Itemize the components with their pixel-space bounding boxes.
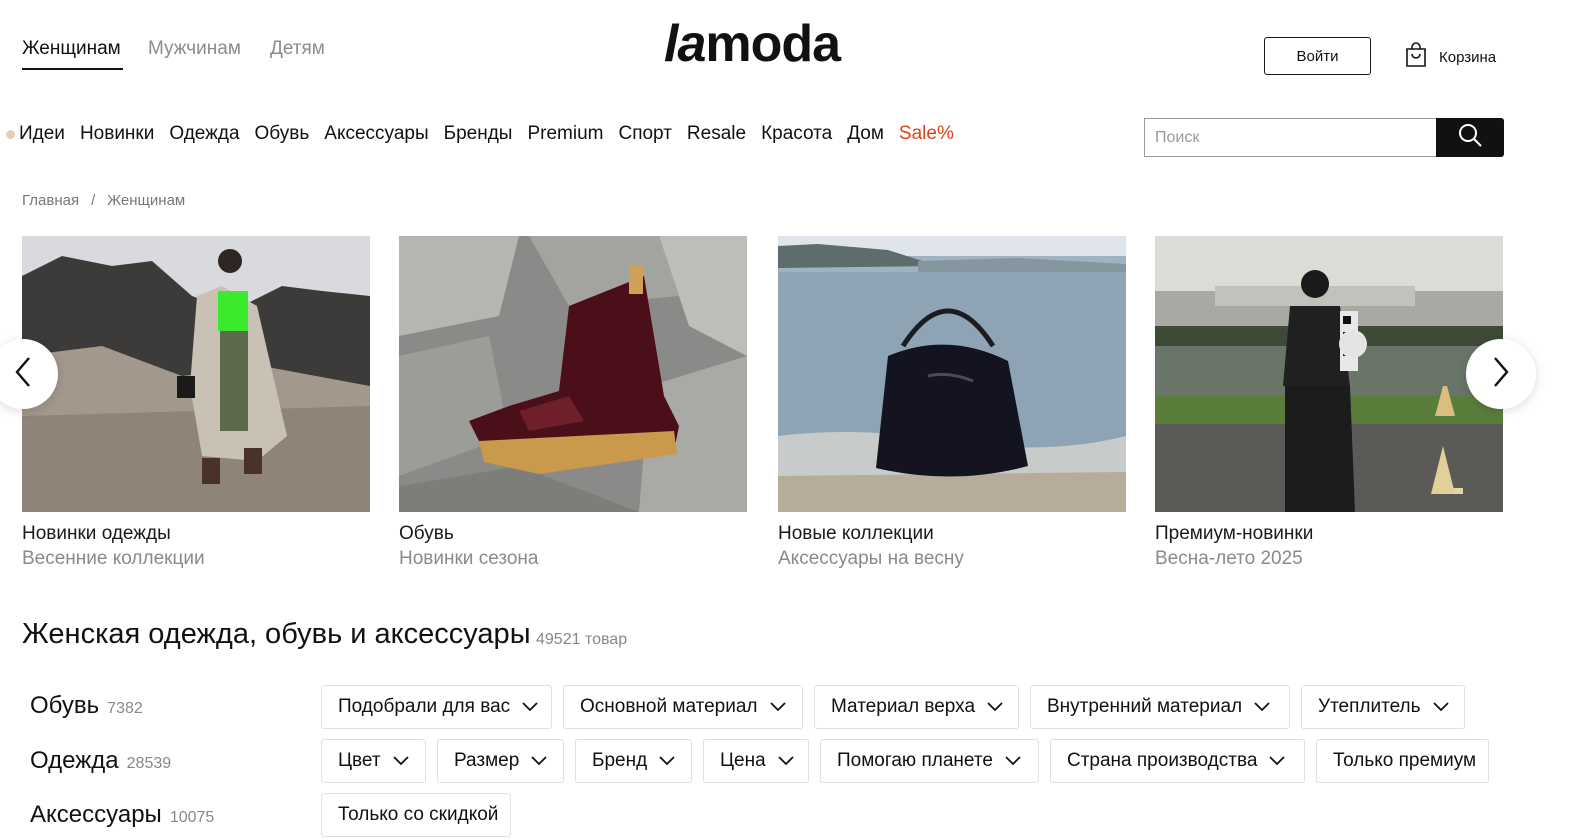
nav-item-sport[interactable]: Спорт <box>618 123 671 145</box>
nav-item-accessories[interactable]: Аксессуары <box>324 123 428 145</box>
category-label: Обувь <box>30 692 100 719</box>
filter-label: Страна производства <box>1067 750 1258 771</box>
filter-size[interactable]: Размер <box>437 739 564 783</box>
filter-label: Материал верха <box>831 696 976 717</box>
logo[interactable]: lamoda <box>664 14 841 74</box>
promo-image-shoes[interactable] <box>399 236 747 512</box>
filter-insulation[interactable]: Утеплитель <box>1301 685 1465 729</box>
shopping-bag-icon <box>1405 42 1427 72</box>
filter-label: Цена <box>720 750 766 771</box>
carousel-next-button[interactable] <box>1466 339 1536 409</box>
nav-item-new[interactable]: Новинки <box>80 123 154 145</box>
promo-title[interactable]: Новые коллекции <box>778 523 934 545</box>
chevron-down-icon <box>531 750 547 772</box>
promo-subtitle: Весенние коллекции <box>22 548 205 569</box>
filter-label: Утеплитель <box>1318 696 1421 717</box>
chevron-down-icon <box>987 696 1003 718</box>
chevron-right-icon <box>1491 356 1511 393</box>
chevron-down-icon <box>1005 750 1021 772</box>
filter-brand[interactable]: Бренд <box>575 739 692 783</box>
filter-inner-material[interactable]: Внутренний материал <box>1030 685 1290 729</box>
login-button[interactable]: Войти <box>1264 37 1371 75</box>
active-tab-underline <box>22 68 123 70</box>
filter-label: Основной материал <box>580 696 758 717</box>
nav-item-premium[interactable]: Premium <box>527 123 603 145</box>
promo-subtitle: Весна-лето 2025 <box>1155 548 1303 569</box>
catalog-count: 49521 товар <box>536 631 628 648</box>
chevron-down-icon <box>1432 696 1449 718</box>
chevron-down-icon <box>1269 750 1286 772</box>
chevron-down-icon <box>1254 696 1270 718</box>
chevron-down-icon <box>778 750 794 772</box>
filter-premium-only[interactable]: Только премиум <box>1316 739 1489 783</box>
filter-label: Подобрали для вас <box>338 696 511 717</box>
breadcrumb: Главная / Женщинам <box>22 192 185 209</box>
filter-label: Только премиум <box>1333 750 1477 771</box>
nav-item-home[interactable]: Дом <box>847 123 884 145</box>
promo-subtitle: Аксессуары на весну <box>778 548 964 569</box>
nav-item-ideas[interactable]: Идеи <box>19 123 65 145</box>
search-button[interactable] <box>1436 118 1504 157</box>
nav-item-resale[interactable]: Resale <box>687 123 746 145</box>
nav-item-brands[interactable]: Бренды <box>444 123 513 145</box>
filter-main-material[interactable]: Основной материал <box>563 685 803 729</box>
search-input[interactable]: Поиск <box>1144 118 1436 157</box>
breadcrumb-women[interactable]: Женщинам <box>107 192 185 209</box>
ideas-dot-icon <box>6 129 15 139</box>
category-count: 28539 <box>126 755 172 772</box>
filter-discount-only[interactable]: Только со скидкой <box>321 793 511 837</box>
promo-image-accessories[interactable] <box>778 236 1126 512</box>
filter-color[interactable]: Цвет <box>321 739 426 783</box>
promo-image-premium[interactable] <box>1155 236 1503 512</box>
nav-item-sale[interactable]: Sale% <box>899 123 954 145</box>
filter-picked-for-you[interactable]: Подобрали для вас <box>321 685 552 729</box>
search-icon <box>1457 122 1483 153</box>
chevron-down-icon <box>769 696 786 718</box>
catalog-title: Женская одежда, обувь и аксессуары <box>22 618 531 650</box>
promo-title[interactable]: Обувь <box>399 523 454 545</box>
nav-item-beauty[interactable]: Красота <box>761 123 832 145</box>
filter-label: Только со скидкой <box>338 804 499 825</box>
promo-subtitle: Новинки сезона <box>399 548 539 569</box>
breadcrumb-separator: / <box>91 192 96 209</box>
cart-label: Корзина <box>1439 48 1497 66</box>
chevron-down-icon <box>659 750 675 772</box>
filter-price[interactable]: Цена <box>703 739 809 783</box>
category-shoes[interactable]: Обувь 7382 <box>30 692 143 720</box>
main-nav: Идеи Новинки Одежда Обувь Аксессуары Бре… <box>6 123 954 145</box>
filter-upper-material[interactable]: Материал верха <box>814 685 1019 729</box>
category-label: Аксессуары <box>30 801 162 828</box>
category-count: 7382 <box>107 700 143 717</box>
filter-eco[interactable]: Помогаю планете <box>820 739 1039 783</box>
tab-men[interactable]: Мужчинам <box>148 38 241 60</box>
promo-title[interactable]: Новинки одежды <box>22 523 171 545</box>
chevron-left-icon <box>13 356 33 393</box>
nav-item-shoes[interactable]: Обувь <box>255 123 310 145</box>
filter-country[interactable]: Страна производства <box>1050 739 1305 783</box>
chevron-down-icon <box>522 696 538 718</box>
category-accessories[interactable]: Аксессуары 10075 <box>30 801 214 829</box>
category-clothes[interactable]: Одежда 28539 <box>30 747 171 775</box>
cart-link[interactable]: Корзина <box>1405 42 1496 72</box>
promo-title[interactable]: Премиум-новинки <box>1155 523 1313 545</box>
filter-label: Цвет <box>338 750 381 771</box>
filter-label: Помогаю планете <box>837 750 993 771</box>
tab-kids[interactable]: Детям <box>270 38 325 60</box>
filter-label: Внутренний материал <box>1047 696 1243 717</box>
tab-women[interactable]: Женщинам <box>22 38 121 60</box>
category-label: Одежда <box>30 747 119 774</box>
chevron-down-icon <box>392 750 409 772</box>
logo-part-moda: moda <box>705 15 841 73</box>
filter-label: Размер <box>454 750 520 771</box>
promo-image-clothes[interactable] <box>22 236 370 512</box>
breadcrumb-home[interactable]: Главная <box>22 192 79 209</box>
logo-part-la: la <box>664 15 706 73</box>
filter-label: Бренд <box>592 750 648 771</box>
nav-item-clothes[interactable]: Одежда <box>169 123 239 145</box>
category-count: 10075 <box>169 809 215 826</box>
